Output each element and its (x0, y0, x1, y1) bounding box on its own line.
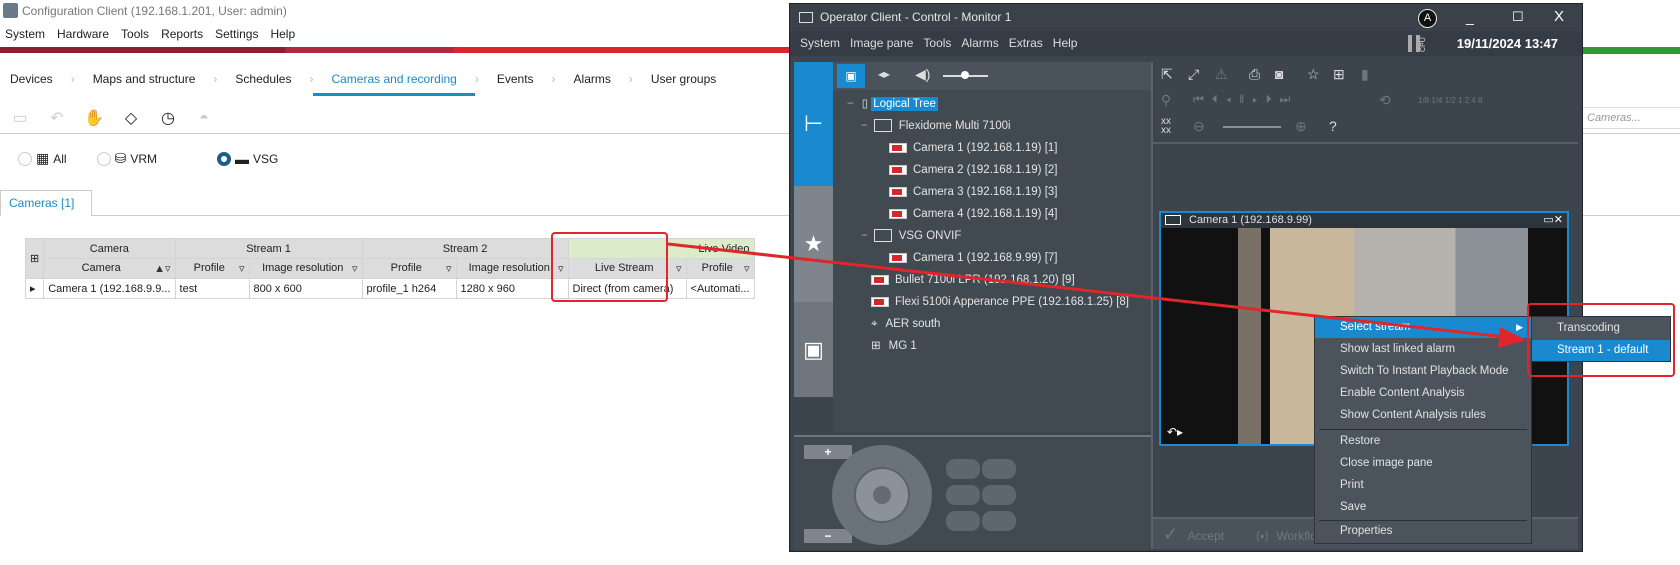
annotation-arrow (667, 242, 1526, 348)
